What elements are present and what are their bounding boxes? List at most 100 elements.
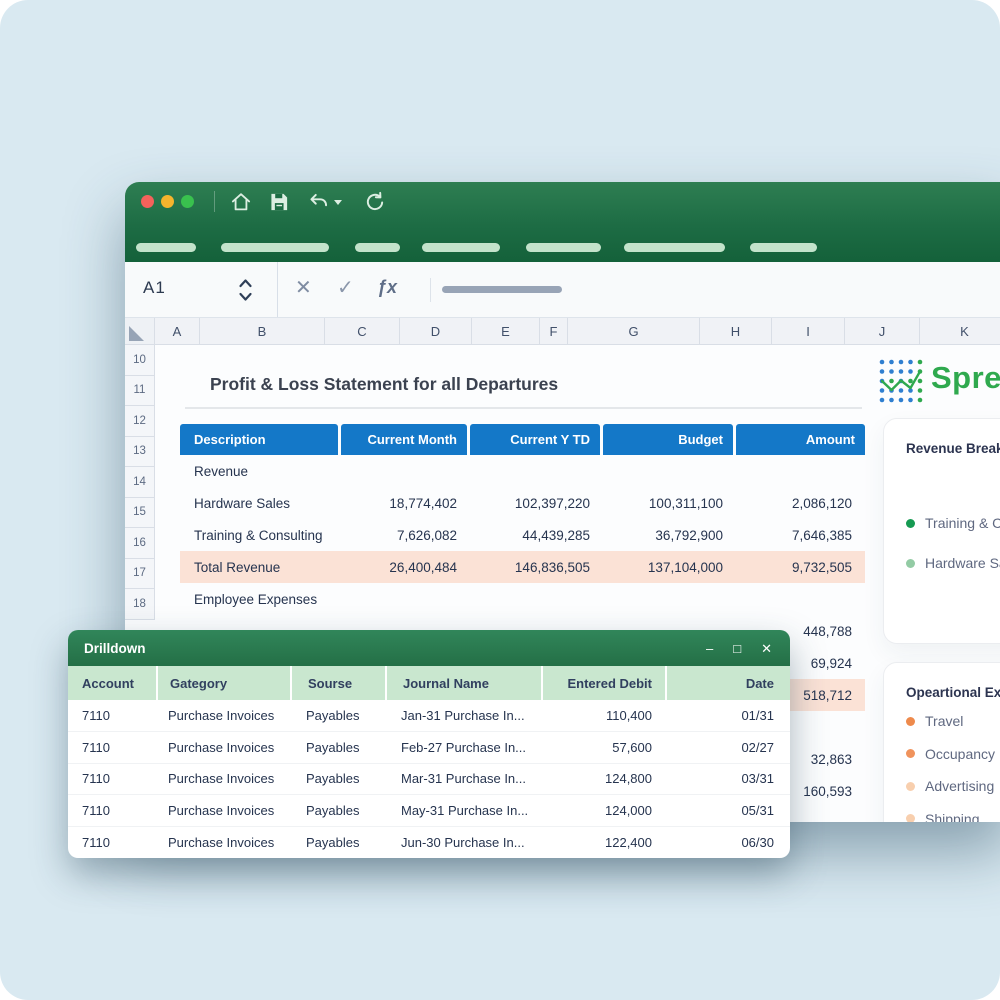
- column-header-cell[interactable]: F: [540, 318, 568, 344]
- drilldown-header-cell[interactable]: Date: [665, 666, 790, 700]
- drilldown-table-header: AccountGategorySourseJournal NameEntered…: [68, 666, 790, 700]
- drilldown-header-cell[interactable]: Gategory: [156, 666, 290, 700]
- confirm-entry-button[interactable]: ✓: [337, 275, 354, 300]
- brand-wordmark: Spre: [931, 360, 1000, 396]
- table-row[interactable]: Training & Consulting7,626,08244,439,285…: [180, 519, 865, 551]
- save-button[interactable]: [266, 189, 292, 215]
- close-button[interactable]: ✕: [761, 642, 772, 655]
- legend-item: Training & Con: [906, 512, 1000, 534]
- table-row[interactable]: 7110Purchase InvoicesPayablesJan-31 Purc…: [68, 700, 790, 732]
- menu-item-pill[interactable]: [221, 243, 329, 252]
- drilldown-header-cell[interactable]: Entered Debit: [541, 666, 665, 700]
- column-header-cell[interactable]: J: [845, 318, 920, 344]
- expenses-legend: Travel Occupancy Ex Advertising: [906, 710, 1000, 822]
- menu-item-pill[interactable]: [526, 243, 601, 252]
- drilldown-header-cell[interactable]: Journal Name: [385, 666, 541, 700]
- column-header-cell[interactable]: D: [400, 318, 472, 344]
- table-row[interactable]: Employee Expenses: [180, 583, 865, 615]
- cell-reference[interactable]: A1: [143, 278, 166, 298]
- pnl-header-cell[interactable]: Description: [180, 424, 338, 455]
- table-row[interactable]: Hardware Sales18,774,402102,397,220100,3…: [180, 487, 865, 519]
- select-all-triangle-icon: [129, 326, 144, 341]
- undo-button[interactable]: [306, 189, 332, 215]
- pnl-table-header: DescriptionCurrent MonthCurrent Y TDBudg…: [180, 424, 865, 455]
- select-all-corner[interactable]: [125, 318, 155, 344]
- minimize-traffic-light[interactable]: [161, 195, 174, 208]
- table-row[interactable]: Revenue: [180, 455, 865, 487]
- pnl-header-cell[interactable]: Current Y TD: [470, 424, 600, 455]
- legend-label: Advertising: [925, 778, 994, 794]
- undo-icon: [306, 189, 332, 215]
- menu-item-pill[interactable]: [422, 243, 500, 252]
- table-row[interactable]: 7110Purchase InvoicesPayablesMay-31 Purc…: [68, 795, 790, 827]
- name-box[interactable]: A1: [125, 262, 278, 317]
- column-header-cell[interactable]: C: [325, 318, 400, 344]
- menu-item-pill[interactable]: [624, 243, 725, 252]
- row-header-cell[interactable]: 15: [125, 498, 155, 529]
- insert-function-button[interactable]: ƒx: [377, 277, 397, 298]
- legend-label: Hardware Sale: [925, 555, 1000, 571]
- legend-dot-icon: [906, 519, 915, 528]
- table-row[interactable]: 7110Purchase InvoicesPayablesJun-30 Purc…: [68, 827, 790, 858]
- menu-item-pill[interactable]: [136, 243, 196, 252]
- row-header-cell[interactable]: 16: [125, 528, 155, 559]
- legend-dot-icon: [906, 814, 915, 822]
- cancel-entry-button[interactable]: ✕: [295, 275, 312, 300]
- pnl-header-cell[interactable]: Current Month: [341, 424, 467, 455]
- column-header-cell[interactable]: A: [155, 318, 200, 344]
- revenue-breakdown-card: Revenue Breakd Training & Con Hardware S…: [883, 418, 1000, 644]
- titlebar-divider: [214, 191, 215, 212]
- card-title: Revenue Breakd: [906, 441, 1000, 456]
- window-titlebar: [125, 182, 1000, 262]
- column-header-cell[interactable]: B: [200, 318, 325, 344]
- legend-dot-icon: [906, 559, 915, 568]
- home-button[interactable]: [228, 189, 254, 215]
- save-icon: [266, 189, 292, 215]
- undo-dropdown-caret[interactable]: [334, 200, 342, 205]
- row-header-cell[interactable]: 18: [125, 589, 155, 620]
- chevron-up-down-icon: [238, 277, 253, 303]
- zoom-traffic-light[interactable]: [181, 195, 194, 208]
- row-header-cell[interactable]: 12: [125, 406, 155, 437]
- row-header-cell[interactable]: 17: [125, 559, 155, 590]
- column-header-cell[interactable]: G: [568, 318, 700, 344]
- table-row[interactable]: Total Revenue26,400,484146,836,505137,10…: [180, 551, 865, 583]
- row-header-cell[interactable]: 14: [125, 467, 155, 498]
- column-header-cell[interactable]: E: [472, 318, 540, 344]
- redo-icon: [362, 189, 388, 215]
- pnl-header-cell[interactable]: Budget: [603, 424, 733, 455]
- menu-item-pill[interactable]: [750, 243, 817, 252]
- operational-expenses-card: Opeartional Exp Travel Occupancy Ex: [883, 662, 1000, 822]
- legend-label: Travel: [925, 713, 963, 729]
- drilldown-header-cell[interactable]: Sourse: [290, 666, 385, 700]
- formula-bar: A1 ✕ ✓ ƒx: [125, 262, 1000, 318]
- column-header-cell[interactable]: K: [920, 318, 1000, 344]
- row-header-cell[interactable]: 13: [125, 437, 155, 468]
- column-headers: ABCDEFGHIJK: [125, 318, 1000, 345]
- table-row[interactable]: 7110Purchase InvoicesPayablesFeb-27 Purc…: [68, 732, 790, 764]
- legend-item: Hardware Sale: [906, 552, 1000, 574]
- name-box-spinner[interactable]: [238, 277, 253, 308]
- legend-dot-icon: [906, 782, 915, 791]
- close-traffic-light[interactable]: [141, 195, 154, 208]
- card-title: Opeartional Exp: [906, 685, 1000, 700]
- home-icon: [228, 189, 254, 215]
- legend-item: Occupancy Ex: [906, 743, 1000, 765]
- column-header-cell[interactable]: I: [772, 318, 845, 344]
- drilldown-header-cell[interactable]: Account: [68, 666, 156, 700]
- drilldown-titlebar[interactable]: Drilldown – □ ✕: [68, 630, 790, 666]
- minimize-button[interactable]: –: [706, 642, 713, 655]
- legend-dot-icon: [906, 749, 915, 758]
- legend-label: Training & Con: [925, 515, 1000, 531]
- formula-content-placeholder[interactable]: [442, 286, 562, 293]
- table-row[interactable]: 7110Purchase InvoicesPayablesMar-31 Purc…: [68, 764, 790, 796]
- row-header-cell[interactable]: 11: [125, 376, 155, 407]
- menu-item-pill[interactable]: [355, 243, 400, 252]
- column-header-cell[interactable]: H: [700, 318, 772, 344]
- legend-dot-icon: [906, 717, 915, 726]
- pnl-header-cell[interactable]: Amount: [736, 424, 865, 455]
- maximize-button[interactable]: □: [733, 642, 741, 655]
- brand-logo-icon: [878, 358, 924, 404]
- redo-button[interactable]: [362, 189, 388, 215]
- row-header-cell[interactable]: 10: [125, 345, 155, 376]
